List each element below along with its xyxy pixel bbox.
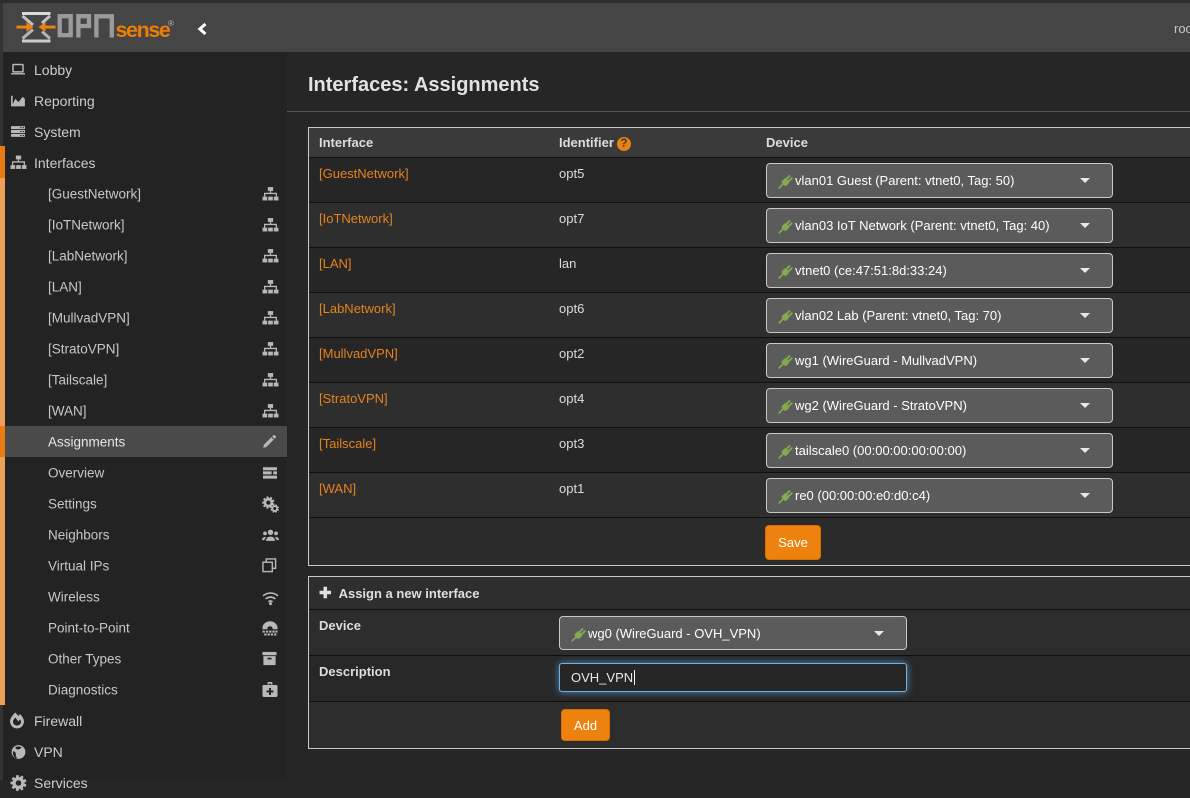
svg-text:sense: sense	[116, 18, 171, 42]
svg-text:®: ®	[168, 19, 174, 28]
